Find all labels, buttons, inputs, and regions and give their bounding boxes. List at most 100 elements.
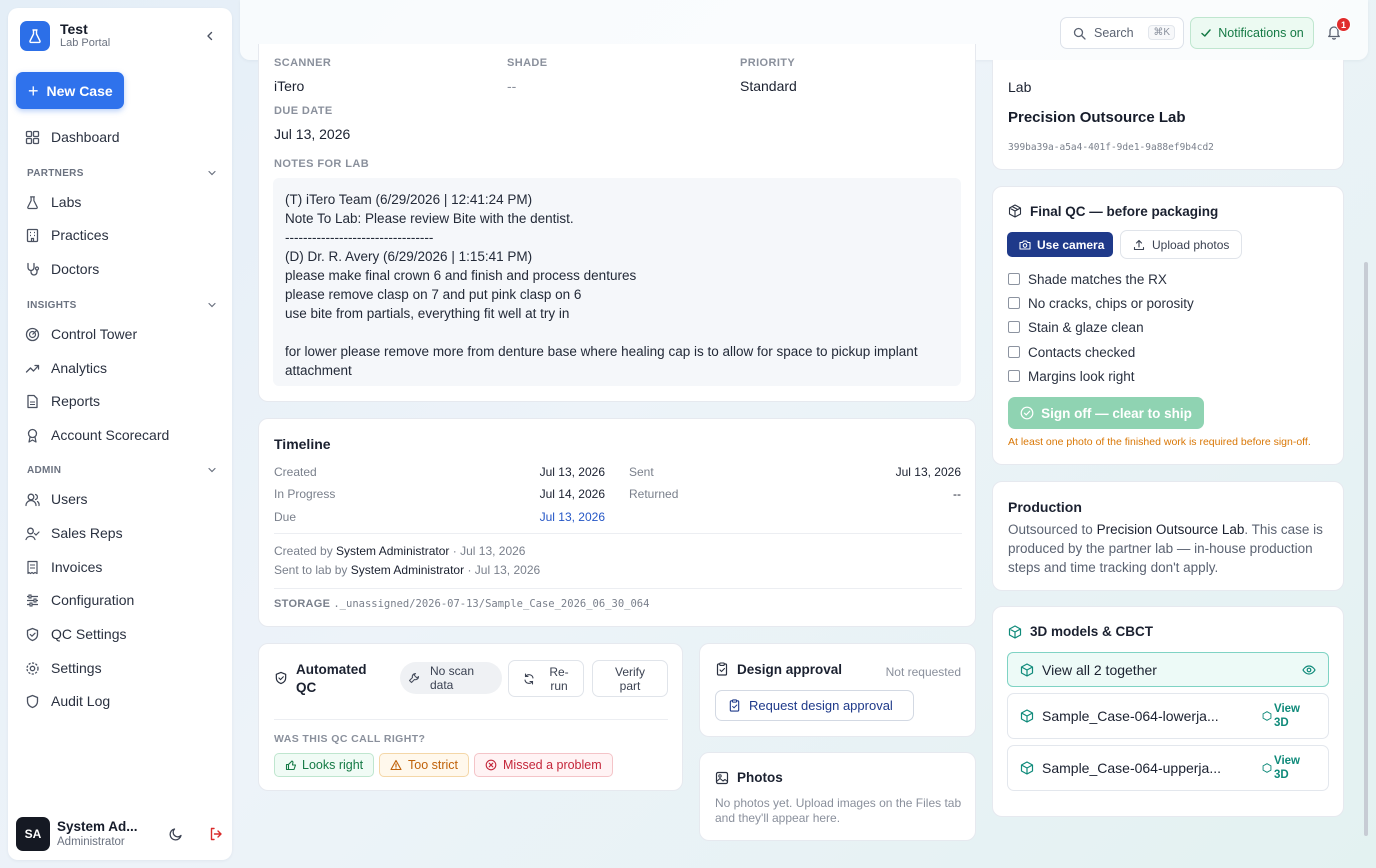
brand-subtitle: Lab Portal (60, 37, 111, 49)
priority-label: PRIORITY (740, 57, 796, 69)
camera-icon (1019, 239, 1031, 250)
sent-label: Sent (629, 465, 654, 479)
chevron-down-icon (208, 467, 216, 473)
missed-problem-button[interactable]: Missed a problem (474, 753, 613, 777)
checkbox[interactable] (1008, 370, 1020, 382)
upload-photos-button[interactable]: Upload photos (1120, 230, 1242, 259)
brand[interactable]: Test Lab Portal (20, 20, 220, 52)
checkbox[interactable] (1008, 321, 1020, 333)
sidebar-item-sales-reps[interactable]: Sales Reps (24, 519, 220, 547)
notes-line (285, 323, 949, 342)
users-icon (24, 491, 40, 507)
checkbox[interactable] (1008, 297, 1020, 309)
due-value: Jul 13, 2026 (539, 510, 605, 524)
checkbox[interactable] (1008, 346, 1020, 358)
use-camera-button[interactable]: Use camera (1007, 232, 1113, 257)
sign-off-button[interactable]: Sign off — clear to ship (1008, 397, 1204, 429)
model-file-row[interactable]: Sample_Case-064-upperja... View 3D (1007, 745, 1329, 791)
scan-status-badge: No scan data (400, 662, 502, 694)
automated-qc-title: Automated QC (296, 662, 367, 695)
cube-icon (1020, 761, 1034, 775)
notes-line: please make final crown 6 and finish and… (285, 268, 637, 283)
check-cracks[interactable]: No cracks, chips or porosity (1008, 293, 1194, 313)
shade-value: -- (507, 78, 517, 94)
sidebar-item-configuration[interactable]: Configuration (24, 586, 220, 614)
check-contacts[interactable]: Contacts checked (1008, 342, 1135, 362)
eye-icon (1302, 665, 1316, 675)
sidebar-item-labs[interactable]: Labs (24, 188, 220, 216)
storage-line: STORAGE ._unassigned/2026-07-13/Sample_C… (274, 598, 650, 610)
checkbox[interactable] (1008, 273, 1020, 285)
notes-line: use bite from partials, everything fit w… (285, 306, 570, 321)
photos-title: Photos (737, 770, 783, 785)
notifications-toggle[interactable]: Notifications on (1190, 17, 1314, 49)
sidebar-item-settings[interactable]: Settings (24, 654, 220, 682)
final-qc-title: Final QC — before packaging (1030, 204, 1219, 219)
storage-path[interactable]: ._unassigned/2026-07-13/Sample_Case_2026… (333, 598, 649, 610)
sliders-icon (24, 592, 40, 608)
qc-feedback-question: WAS THIS QC CALL RIGHT? (274, 733, 426, 745)
sidebar-item-control-tower[interactable]: Control Tower (24, 320, 220, 348)
sidebar-item-practices[interactable]: Practices (24, 221, 220, 249)
shield-check-icon (274, 671, 288, 685)
model-file-row[interactable]: Sample_Case-064-lowerja... View 3D (1007, 693, 1329, 739)
moon-icon[interactable] (168, 826, 184, 842)
sidebar-item-analytics[interactable]: Analytics (24, 354, 220, 382)
logout-icon[interactable] (208, 826, 224, 842)
view-3d-button[interactable]: View 3D (1262, 702, 1300, 730)
sidebar-item-account-scorecard[interactable]: Account Scorecard (24, 421, 220, 449)
section-admin[interactable]: ADMIN (27, 462, 217, 478)
notes-label: NOTES FOR LAB (274, 158, 370, 170)
document-icon (24, 393, 40, 409)
cube-icon (1020, 709, 1034, 723)
check-shade[interactable]: Shade matches the RX (1008, 269, 1167, 289)
returned-label: Returned (629, 487, 679, 501)
rerun-button[interactable]: Re-run (508, 660, 584, 697)
view-all-models-button[interactable]: View all 2 together (1007, 652, 1329, 687)
shade-label: SHADE (507, 57, 548, 69)
section-insights[interactable]: INSIGHTS (27, 297, 217, 313)
dashboard-icon (24, 129, 40, 145)
user-profile[interactable]: SA System Ad... Administrator (16, 816, 224, 852)
notification-badge: 1 (1336, 17, 1351, 32)
lab-id: 399ba39a-a5a4-401f-9de1-9a88ef9b4cd2 (1008, 142, 1214, 153)
scrollbar[interactable] (1364, 262, 1368, 836)
photos-empty-text: No photos yet. Upload images on the File… (715, 796, 962, 825)
too-strict-button[interactable]: Too strict (379, 753, 470, 777)
sidebar-item-users[interactable]: Users (24, 485, 220, 513)
check-icon (1201, 29, 1212, 37)
warning-icon (390, 759, 402, 771)
upload-icon (1133, 239, 1145, 250)
automated-qc-card: Automated QC No scan data Re-run Verify pa… (258, 643, 683, 791)
notes-line: (T) iTero Team (6/29/2026 | 12:41:24 PM) (285, 192, 533, 207)
chevron-down-icon (208, 302, 216, 308)
due-date-value: Jul 13, 2026 (274, 126, 351, 142)
check-stain-glaze[interactable]: Stain & glaze clean (1008, 317, 1144, 337)
search-button[interactable]: Search ⌘K (1060, 17, 1184, 49)
created-label: Created (274, 465, 317, 479)
sent-by-line: Sent to lab by System Administrator · Ju… (274, 563, 541, 577)
sidebar-item-qc-settings[interactable]: QC Settings (24, 620, 220, 648)
chevron-left-icon[interactable] (200, 26, 220, 46)
section-partners[interactable]: PARTNERS (27, 165, 217, 181)
view-3d-button[interactable]: View 3D (1262, 754, 1300, 782)
sidebar-item-reports[interactable]: Reports (24, 387, 220, 415)
new-case-button[interactable]: + New Case (16, 72, 124, 109)
request-design-approval-button[interactable]: Request design approval (715, 690, 914, 721)
notes-line: --------------------------------- (285, 230, 434, 245)
model-file-name: Sample_Case-064-upperja... (1042, 760, 1221, 776)
notes-box: (T) iTero Team (6/29/2026 | 12:41:24 PM)… (273, 178, 961, 386)
notes-line: please remove clasp on 7 and put pink cl… (285, 287, 582, 302)
sidebar-item-doctors[interactable]: Doctors (24, 255, 220, 283)
scanner-value: iTero (274, 78, 305, 94)
sidebar-item-audit-log[interactable]: Audit Log (24, 687, 220, 715)
thumbs-up-icon (285, 760, 297, 771)
receipt-icon (24, 559, 40, 575)
verify-part-button[interactable]: Verify part (592, 660, 668, 697)
sidebar-item-invoices[interactable]: Invoices (24, 553, 220, 581)
check-margins[interactable]: Margins look right (1008, 366, 1135, 386)
looks-right-button[interactable]: Looks right (274, 753, 375, 777)
production-text: Outsourced to Precision Outsource Lab. T… (1008, 522, 1323, 575)
sidebar-item-dashboard[interactable]: Dashboard (24, 123, 220, 151)
stethoscope-icon (24, 261, 40, 277)
